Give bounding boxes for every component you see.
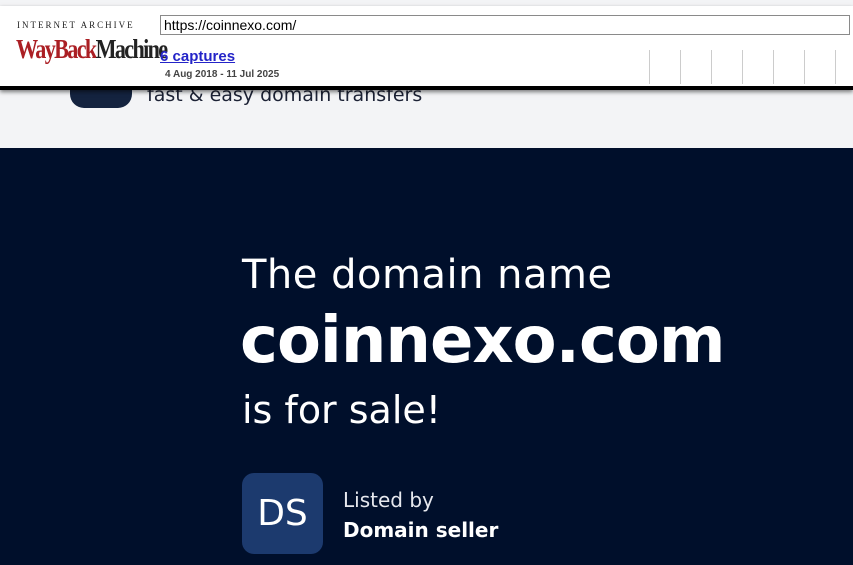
wayback-logo[interactable]: INTERNET ARCHIVE WayBackMachine — [8, 16, 168, 76]
url-input[interactable] — [160, 15, 850, 35]
seller-name: Domain seller — [343, 518, 499, 542]
timeline-divider — [742, 50, 743, 84]
hero-intro: The domain name — [242, 252, 613, 298]
wayback-wordmark: WayBackMachine — [16, 34, 169, 64]
wayback-brand-top: INTERNET ARCHIVE — [17, 20, 135, 30]
seller-initials: DS — [257, 493, 308, 534]
for-sale-text: is for sale! — [242, 388, 442, 432]
listed-by-label: Listed by — [343, 488, 434, 512]
capture-timeline[interactable] — [640, 50, 853, 84]
captures-link[interactable]: 6 captures — [160, 48, 235, 65]
wayback-brand-machine: Machine — [95, 34, 169, 64]
timeline-divider — [835, 50, 836, 84]
timeline-divider — [773, 50, 774, 84]
timeline-divider — [804, 50, 805, 84]
timeline-divider — [680, 50, 681, 84]
capture-range: 4 Aug 2018 - 11 Jul 2025 — [165, 69, 280, 80]
timeline-divider — [649, 50, 650, 84]
hero-section: The domain name coinnexo.com is for sale… — [0, 148, 853, 565]
seller-avatar: DS — [242, 473, 323, 554]
wayback-brand-way: WayBack — [16, 34, 97, 64]
wayback-toolbar: INTERNET ARCHIVE WayBackMachine 6 captur… — [0, 6, 853, 90]
timeline-divider — [711, 50, 712, 84]
domain-name: coinnexo.com — [240, 304, 726, 378]
